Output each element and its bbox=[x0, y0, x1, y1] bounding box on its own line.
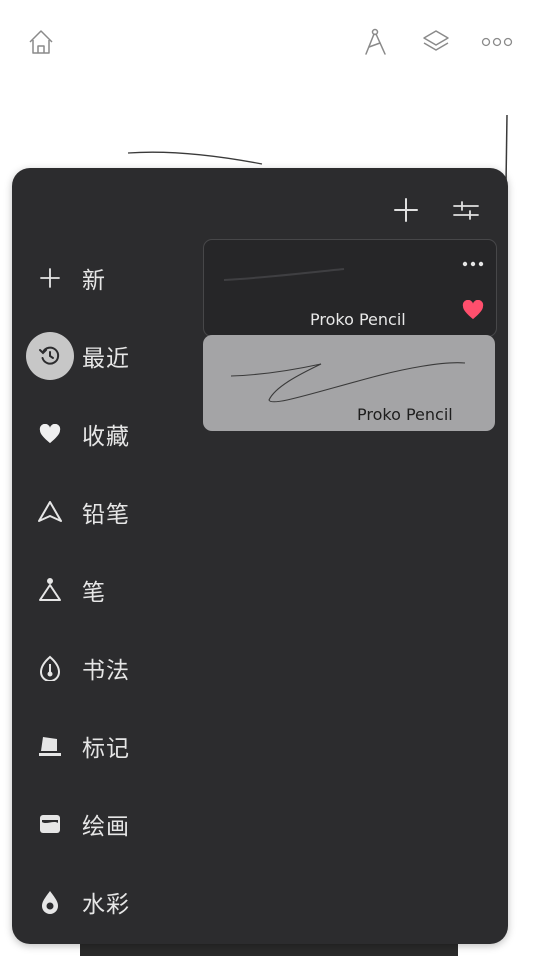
compass-tool-icon[interactable] bbox=[360, 26, 392, 58]
brush-options-icon[interactable] bbox=[462, 252, 484, 271]
category-pen[interactable]: 笔 bbox=[12, 565, 202, 615]
heart-icon bbox=[26, 410, 74, 458]
more-icon[interactable] bbox=[481, 26, 513, 58]
pen-nib-icon bbox=[26, 566, 74, 614]
brush-library-panel: 新 最近 收藏 铅笔 笔 书法 标记 绘画 水彩 Proko Pencil Pr… bbox=[12, 168, 508, 944]
category-favorites[interactable]: 收藏 bbox=[12, 409, 202, 459]
category-recent[interactable]: 最近 bbox=[12, 331, 202, 381]
category-label: 收藏 bbox=[82, 424, 130, 450]
plus-icon bbox=[26, 254, 74, 302]
category-label: 笔 bbox=[82, 580, 106, 606]
category-label: 新 bbox=[82, 268, 106, 294]
brush-card-selected[interactable]: Proko Pencil bbox=[203, 335, 495, 431]
category-label: 最近 bbox=[82, 346, 130, 372]
calligraphy-icon bbox=[26, 644, 74, 692]
pencil-tip-icon bbox=[26, 488, 74, 536]
brush-name: Proko Pencil bbox=[357, 405, 453, 424]
history-icon bbox=[26, 332, 74, 380]
brush-card[interactable]: Proko Pencil bbox=[203, 239, 497, 337]
favorite-heart-icon[interactable] bbox=[462, 299, 484, 324]
category-pencil[interactable]: 铅笔 bbox=[12, 487, 202, 537]
brush-name: Proko Pencil bbox=[310, 310, 406, 329]
category-label: 书法 bbox=[82, 658, 130, 684]
category-calligraphy[interactable]: 书法 bbox=[12, 643, 202, 693]
category-label: 铅笔 bbox=[82, 502, 130, 528]
category-painting[interactable]: 绘画 bbox=[12, 799, 202, 849]
home-icon[interactable] bbox=[25, 26, 57, 58]
category-label: 绘画 bbox=[82, 814, 130, 840]
layers-icon[interactable] bbox=[420, 26, 452, 58]
paint-icon bbox=[26, 800, 74, 848]
top-toolbar bbox=[0, 0, 538, 84]
category-new[interactable]: 新 bbox=[12, 253, 202, 303]
settings-sliders-icon[interactable] bbox=[450, 194, 482, 226]
category-label: 标记 bbox=[82, 736, 130, 762]
add-icon[interactable] bbox=[390, 194, 422, 226]
watercolor-drop-icon bbox=[26, 878, 74, 926]
category-label: 水彩 bbox=[82, 892, 130, 918]
category-watercolor[interactable]: 水彩 bbox=[12, 877, 202, 927]
marker-icon bbox=[26, 722, 74, 770]
category-marker[interactable]: 标记 bbox=[12, 721, 202, 771]
canvas-edge bbox=[80, 944, 458, 956]
